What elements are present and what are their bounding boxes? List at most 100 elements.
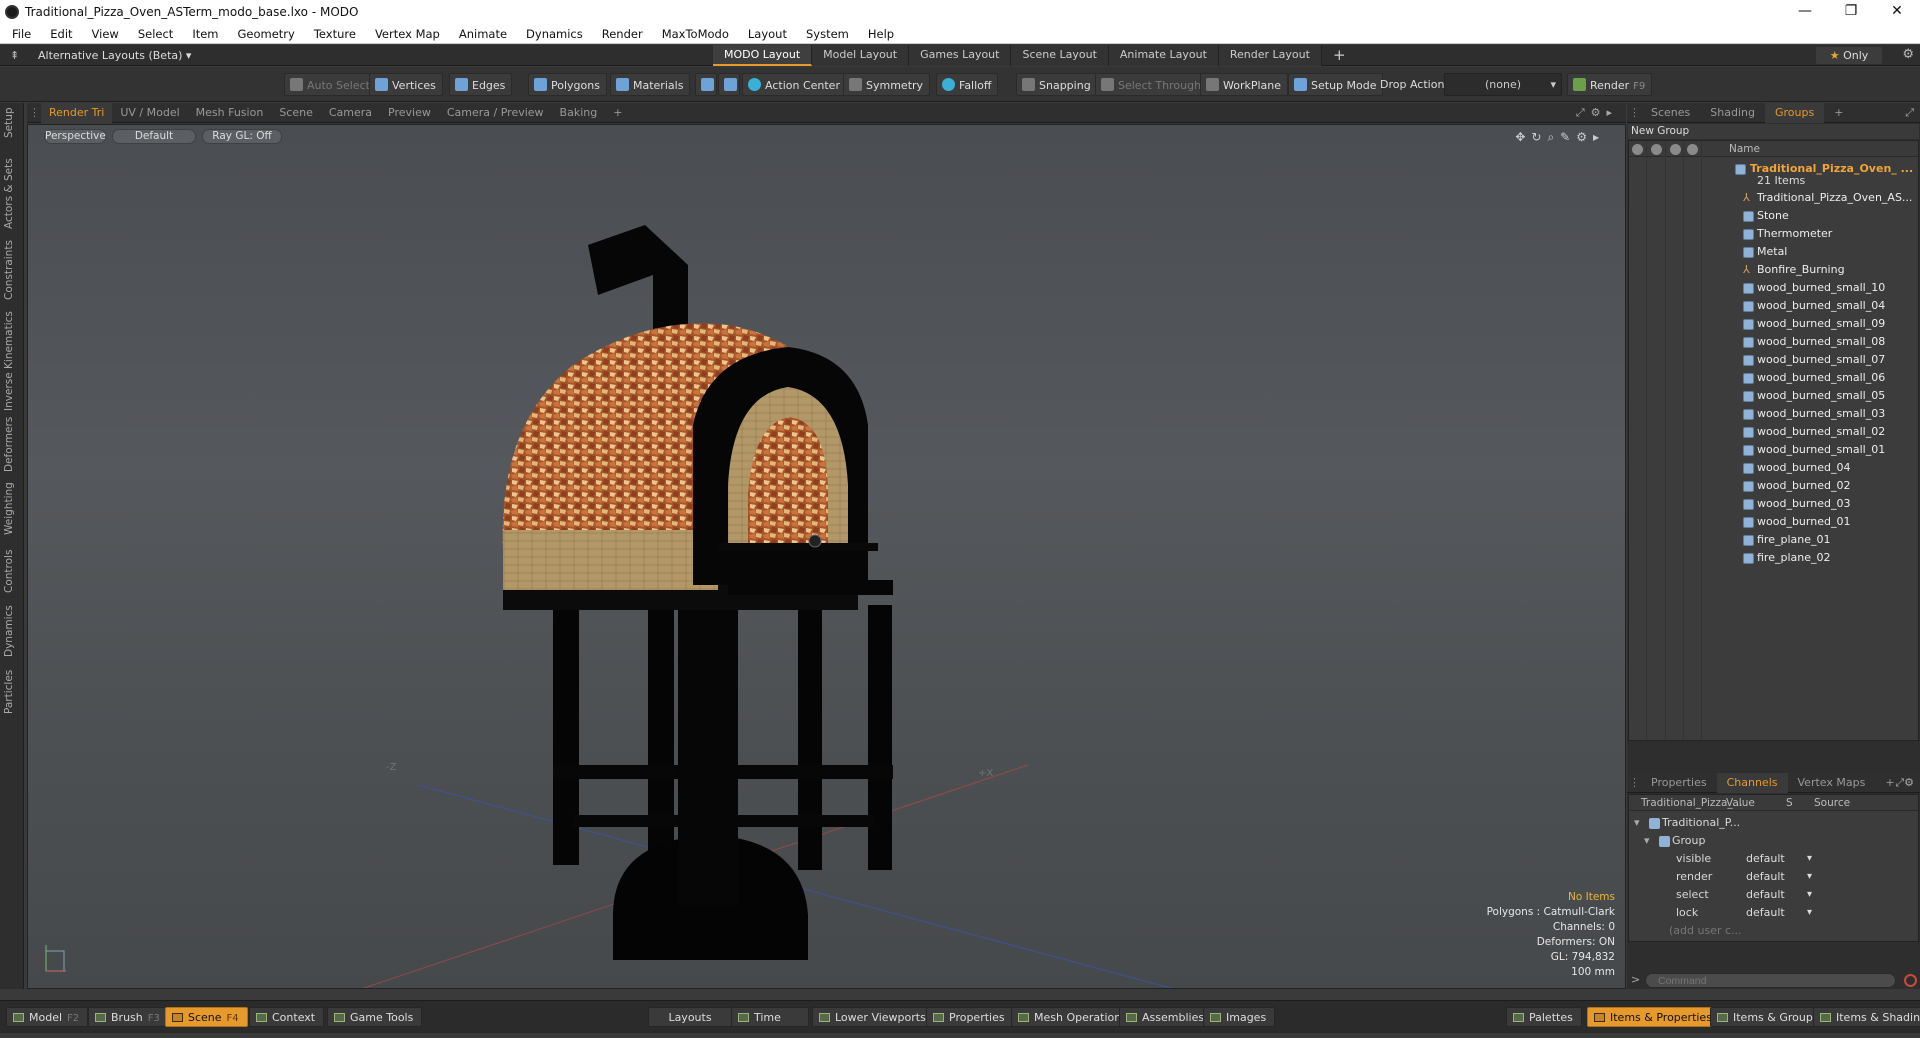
menu-texture[interactable]: Texture: [302, 27, 363, 41]
drop-action-dropdown[interactable]: (none): [1444, 73, 1562, 96]
left-tab-inverse-kinematics[interactable]: Inverse Kinematics: [3, 311, 21, 411]
game-tools-button[interactable]: Game Tools: [327, 1007, 423, 1027]
menu-dynamics[interactable]: Dynamics: [514, 27, 590, 41]
group-item-row[interactable]: wood_burned_small_05: [1629, 387, 1918, 405]
tab-baking[interactable]: Baking: [552, 103, 606, 123]
render-button[interactable]: Render F9: [1567, 73, 1653, 96]
group-item-row[interactable]: wood_burned_01: [1629, 513, 1918, 531]
menu-geometry[interactable]: Geometry: [226, 27, 302, 41]
group-item-row[interactable]: wood_burned_small_09: [1629, 315, 1918, 333]
channel-tree-group[interactable]: ▾ Group: [1629, 832, 1918, 850]
items-groups-button[interactable]: Items & Groups: [1710, 1007, 1828, 1027]
select-through-button[interactable]: Select Through: [1095, 73, 1209, 96]
add-user-channel-row[interactable]: (add user c...: [1629, 922, 1918, 940]
left-tab-setup[interactable]: Setup: [3, 105, 21, 141]
left-tab-dynamics[interactable]: Dynamics: [3, 603, 21, 659]
group-item-row[interactable]: Stone: [1629, 207, 1918, 225]
command-input[interactable]: [1645, 973, 1896, 988]
tab-render-layout[interactable]: Render Layout: [1218, 45, 1322, 66]
tab-scene-layout[interactable]: Scene Layout: [1011, 45, 1109, 66]
close-button[interactable]: ✕: [1874, 0, 1920, 24]
group-item-row[interactable]: fire_plane_01: [1629, 531, 1918, 549]
left-tab-actors-sets[interactable]: Actors & Sets: [3, 158, 21, 230]
lock-column-icon[interactable]: [1687, 144, 1698, 155]
left-tab-deformers[interactable]: Deformers: [3, 416, 21, 472]
add-right-tab-button[interactable]: +: [1824, 103, 1853, 123]
assemblies-button[interactable]: Assemblies: [1119, 1007, 1214, 1027]
tab-channels[interactable]: Channels: [1716, 772, 1788, 793]
collapse-arrow-icon[interactable]: ▾: [1644, 832, 1650, 850]
render-column-icon[interactable]: [1651, 144, 1662, 155]
mesh-operations-button[interactable]: Mesh Operations: [1011, 1007, 1136, 1027]
polygons-button[interactable]: Polygons: [528, 73, 607, 96]
items-shading-button[interactable]: Items & Shading: [1813, 1007, 1920, 1027]
materials-button[interactable]: Materials: [610, 73, 691, 96]
group-item-row[interactable]: wood_burned_03: [1629, 495, 1918, 513]
menu-item[interactable]: Item: [180, 27, 225, 41]
layouts-button[interactable]: Layouts: [648, 1007, 732, 1027]
collapse-arrow-icon[interactable]: ▾: [1634, 814, 1640, 832]
only-toggle[interactable]: ★ Only: [1816, 47, 1882, 64]
left-tab-particles[interactable]: Particles: [3, 666, 21, 718]
minimize-button[interactable]: —: [1782, 0, 1828, 24]
group-item-row[interactable]: ⅄ Bonfire_Burning: [1629, 261, 1918, 279]
group-item-row[interactable]: wood_burned_small_02: [1629, 423, 1918, 441]
falloff-button[interactable]: Falloff: [936, 73, 999, 96]
tab-model-layout[interactable]: Model Layout: [812, 45, 910, 66]
menu-edit[interactable]: Edit: [38, 27, 79, 41]
group-item-row[interactable]: wood_burned_small_07: [1629, 351, 1918, 369]
name-column-header[interactable]: Name: [1729, 143, 1760, 155]
scene-button[interactable]: Scene F4: [165, 1007, 248, 1027]
group-item-row[interactable]: wood_burned_small_01: [1629, 441, 1918, 459]
menu-vertex-map[interactable]: Vertex Map: [363, 27, 447, 41]
channel-value-dropdown[interactable]: default: [1746, 850, 1812, 868]
tab-shading[interactable]: Shading: [1700, 103, 1765, 123]
select-column-icon[interactable]: [1670, 144, 1681, 155]
tab-camera[interactable]: Camera: [321, 103, 380, 123]
pin-icon[interactable]: ⇞: [10, 49, 24, 62]
vertices-button[interactable]: Vertices: [369, 73, 443, 96]
time-button[interactable]: Time: [731, 1007, 809, 1027]
tab-preview[interactable]: Preview: [380, 103, 439, 123]
images-button[interactable]: Images: [1203, 1007, 1276, 1027]
menu-layout[interactable]: Layout: [736, 27, 794, 41]
group-item-row[interactable]: ⅄ Traditional_Pizza_Oven_AS...: [1629, 189, 1918, 207]
expand-icon[interactable]: ⤢⚙: [1895, 776, 1914, 790]
tab-animate-layout[interactable]: Animate Layout: [1108, 45, 1219, 66]
edges-button[interactable]: Edges: [449, 73, 513, 96]
tab-groups[interactable]: Groups: [1764, 102, 1825, 123]
tab-properties[interactable]: Properties: [1641, 773, 1717, 793]
brush-button[interactable]: Brush F3: [88, 1007, 169, 1027]
left-tab-constraints[interactable]: Constraints: [3, 239, 21, 301]
snapping-button[interactable]: Snapping: [1016, 73, 1098, 96]
group-item-row[interactable]: wood_burned_small_03: [1629, 405, 1918, 423]
channel-value-dropdown[interactable]: default: [1746, 886, 1812, 904]
alternative-layouts-dropdown[interactable]: Alternative Layouts (Beta) ▾: [38, 49, 191, 62]
channels-value-column[interactable]: Value: [1726, 797, 1755, 809]
tab-scenes[interactable]: Scenes: [1641, 103, 1700, 123]
viewport-tab-options-icon[interactable]: ⤢⚙▸: [1576, 106, 1618, 120]
left-tab-controls[interactable]: Controls: [3, 547, 21, 595]
record-icon[interactable]: [1904, 974, 1917, 987]
left-tab-weighting[interactable]: Weighting: [3, 481, 21, 537]
expand-icon[interactable]: ⤢: [1905, 106, 1914, 120]
group-item-row[interactable]: fire_plane_02: [1629, 549, 1918, 567]
group-item-row[interactable]: Metal: [1629, 243, 1918, 261]
group-item-row[interactable]: wood_burned_small_08: [1629, 333, 1918, 351]
group-item-row[interactable]: wood_burned_small_04: [1629, 297, 1918, 315]
group-item-row[interactable]: wood_burned_02: [1629, 477, 1918, 495]
menu-render[interactable]: Render: [590, 27, 650, 41]
tab-vertex-maps[interactable]: Vertex Maps: [1788, 773, 1876, 793]
menu-animate[interactable]: Animate: [447, 27, 514, 41]
menu-select[interactable]: Select: [126, 27, 180, 41]
group-item-row[interactable]: wood_burned_04: [1629, 459, 1918, 477]
palettes-button[interactable]: Palettes: [1506, 1007, 1582, 1027]
viewport-3d[interactable]: Perspective Default Ray GL: Off ✥↻⌕✎⚙▸ -…: [27, 124, 1626, 989]
maximize-button[interactable]: ❐: [1828, 0, 1874, 24]
menu-help[interactable]: Help: [856, 27, 901, 41]
group-item-row[interactable]: wood_burned_small_10: [1629, 279, 1918, 297]
viewport-nav-icons[interactable]: ✥↻⌕✎⚙▸: [1515, 130, 1605, 145]
tab-modo-layout[interactable]: MODO Layout: [713, 45, 813, 66]
perspective-chip[interactable]: Perspective: [44, 129, 106, 144]
menu-maxtomodo[interactable]: MaxToModo: [650, 27, 736, 41]
